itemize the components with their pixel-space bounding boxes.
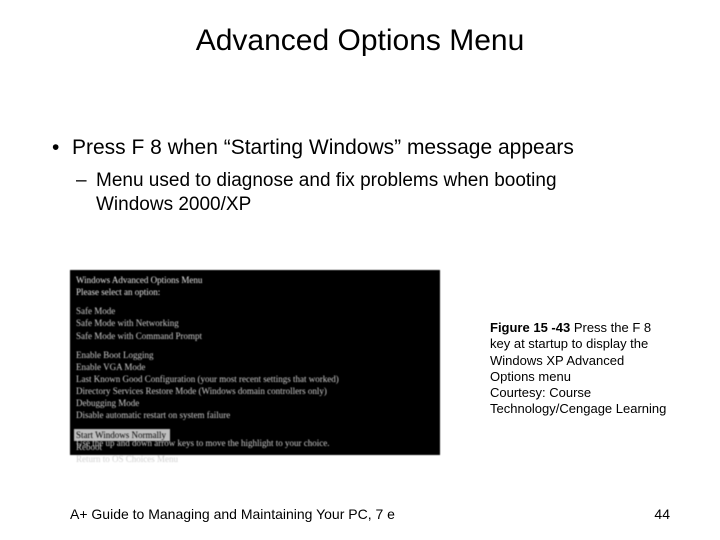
menu-option-lkgc: Last Known Good Configuration (your most… (76, 373, 434, 385)
bullet-list: Press F 8 when “Starting Windows” messag… (52, 135, 632, 217)
figure-caption: Figure 15 -43 Press the F 8 key at start… (490, 320, 670, 418)
bullet-level-2: Menu used to diagnose and fix problems w… (76, 169, 632, 217)
slide: Advanced Options Menu Press F 8 when “St… (0, 0, 720, 540)
figure-courtesy: Courtesy: Course Technology/Cengage Lear… (490, 385, 666, 416)
menu-option-safe-mode: Safe Mode (76, 305, 434, 317)
slide-title: Advanced Options Menu (0, 24, 720, 58)
menu-hint: Use the up and down arrow keys to move t… (76, 437, 329, 449)
menu-title: Windows Advanced Options Menu (76, 274, 434, 286)
footer-book-title: A+ Guide to Managing and Maintaining You… (70, 506, 395, 522)
figure-number: Figure 15 -43 (490, 320, 570, 335)
menu-option-debug: Debugging Mode (76, 397, 434, 409)
footer-page-number: 44 (654, 506, 670, 522)
menu-prompt: Please select an option: (76, 286, 434, 298)
menu-option-boot-logging: Enable Boot Logging (76, 349, 434, 361)
menu-option-dsrm: Directory Services Restore Mode (Windows… (76, 385, 434, 397)
menu-option-vga-mode: Enable VGA Mode (76, 361, 434, 373)
screenshot-figure: Windows Advanced Options Menu Please sel… (70, 270, 440, 455)
menu-option-safe-mode-networking: Safe Mode with Networking (76, 317, 434, 329)
menu-option-disable-auto-restart: Disable automatic restart on system fail… (76, 409, 434, 421)
menu-option-return: Return to OS Choices Menu (76, 453, 434, 465)
bullet-level-1: Press F 8 when “Starting Windows” messag… (52, 135, 632, 161)
menu-option-safe-mode-cmd: Safe Mode with Command Prompt (76, 330, 434, 342)
advanced-options-menu-screenshot: Windows Advanced Options Menu Please sel… (70, 270, 440, 455)
